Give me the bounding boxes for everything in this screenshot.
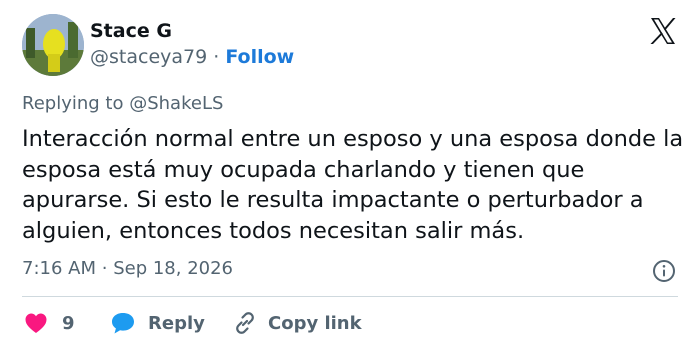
- user-handle[interactable]: @staceya79: [90, 46, 207, 68]
- follow-button[interactable]: Follow: [225, 46, 294, 68]
- avatar[interactable]: [22, 14, 84, 76]
- timestamp-separator: ·: [101, 258, 108, 279]
- heart-icon: [25, 313, 47, 333]
- link-icon: [236, 312, 254, 334]
- info-icon[interactable]: [652, 259, 676, 283]
- reply-button[interactable]: Reply: [110, 310, 205, 336]
- like-button[interactable]: 9: [24, 310, 75, 336]
- tweet-time: 7:16 AM: [22, 258, 96, 279]
- handle-line: @staceya79 · Follow: [90, 46, 294, 68]
- avatar-image: [22, 14, 84, 76]
- copy-link-label: Copy link: [268, 312, 362, 334]
- speech-bubble-icon: [112, 313, 134, 334]
- divider: [22, 296, 678, 297]
- replying-to-label: Replying to: [22, 93, 124, 114]
- separator: ·: [213, 46, 220, 68]
- replying-to: Replying to @ShakeLS: [22, 93, 223, 114]
- reply-label: Reply: [148, 312, 205, 334]
- tweet-card: Stace G @staceya79 · Follow Replying to …: [0, 0, 700, 348]
- x-logo-icon[interactable]: [648, 16, 678, 46]
- replying-to-mention[interactable]: @ShakeLS: [129, 93, 223, 114]
- tweet-text: Interacción normal entre un esposo y una…: [22, 126, 684, 244]
- copy-link-button[interactable]: Copy link: [232, 310, 362, 336]
- like-count: 9: [62, 312, 75, 334]
- tweet-timestamp[interactable]: 7:16 AM · Sep 18, 2026: [22, 258, 233, 279]
- display-name[interactable]: Stace G: [90, 20, 172, 42]
- tweet-date: Sep 18, 2026: [113, 258, 234, 279]
